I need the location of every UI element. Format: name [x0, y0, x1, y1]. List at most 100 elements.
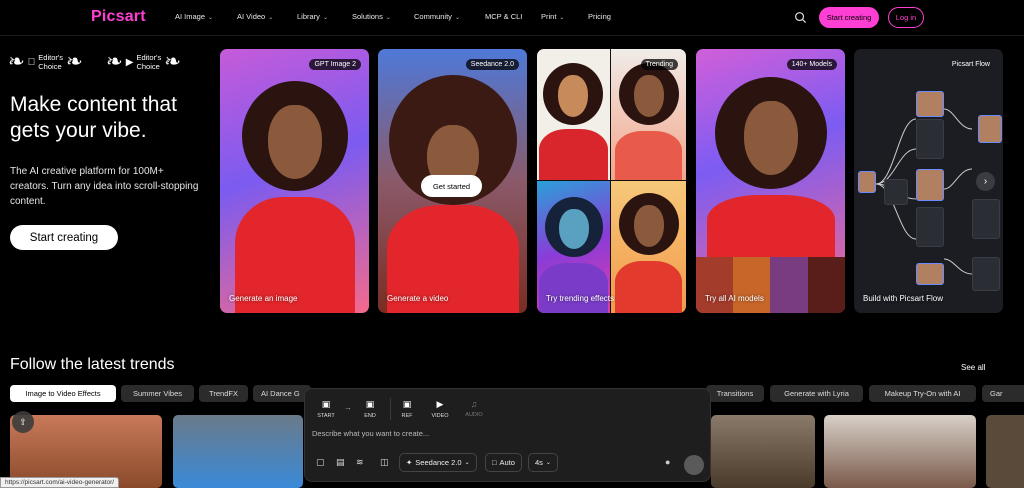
- start-frame-button[interactable]: ▣ START: [315, 399, 337, 419]
- top-nav: Picsart AI Image ⌄ AI Video ⌄ Library ⌄ Sol…: [0, 0, 1024, 36]
- arrow-right-icon: →: [344, 403, 352, 412]
- nav-label: Library: [297, 12, 320, 21]
- award-line1: Editor's: [136, 53, 162, 62]
- nav-ai-image[interactable]: AI Image ⌄: [175, 12, 213, 21]
- trend-thumb[interactable]: [711, 415, 815, 488]
- flow-node: [916, 119, 944, 159]
- tool-label: END: [364, 413, 376, 419]
- aspect-icon: □: [492, 458, 497, 467]
- carousel-next-button[interactable]: ›: [976, 172, 995, 191]
- trending-badge: Trending: [640, 59, 678, 70]
- model-label: Seedance 2.0: [415, 458, 462, 467]
- picsart-logo[interactable]: Picsart: [91, 8, 146, 26]
- start-creating-button[interactable]: Start creating: [819, 7, 879, 28]
- trend-thumb[interactable]: [824, 415, 976, 488]
- duration-label: 4s: [535, 458, 543, 467]
- chip-ai-dance[interactable]: AI Dance G: [253, 385, 311, 402]
- chip-transitions[interactable]: Transitions: [706, 385, 764, 402]
- book-icon[interactable]: ◫: [380, 457, 389, 468]
- card-generate-image[interactable]: GPT Image 2 Generate an image: [220, 49, 369, 313]
- model-selector[interactable]: ✦ Seedance 2.0 ⌄: [399, 453, 477, 472]
- nav-print[interactable]: Print ⌄: [541, 12, 564, 21]
- card-caption: Generate an image: [229, 294, 298, 303]
- card-trending-effects[interactable]: Trending Try trending effects: [537, 49, 686, 313]
- chevron-down-icon: ⌄: [322, 15, 328, 21]
- audio-button[interactable]: ♫ AUDIO: [463, 399, 485, 418]
- model-badge: Seedance 2.0: [465, 59, 519, 70]
- nav-label: AI Image: [175, 12, 206, 21]
- hero-subtitle: The AI creative platform for 100M+ creat…: [10, 166, 199, 207]
- portrait-image: [703, 77, 839, 257]
- editors-choice-apple: ❧  Editor'sChoice ❧: [8, 52, 83, 72]
- login-button[interactable]: Log in: [888, 7, 924, 28]
- flow-output-image: [978, 115, 1002, 143]
- nav-solutions[interactable]: Solutions ⌄: [352, 12, 391, 21]
- nav-ai-video[interactable]: AI Video ⌄: [237, 12, 273, 21]
- flow-output-image: [916, 91, 944, 117]
- card-caption: Try trending effects: [546, 294, 615, 303]
- duration-selector[interactable]: 4s ⌄: [528, 453, 558, 472]
- microphone-icon[interactable]: ●: [665, 457, 670, 467]
- portrait-image: [230, 81, 360, 313]
- nav-pricing[interactable]: Pricing: [588, 12, 611, 21]
- tool-label: VIDEO: [431, 413, 449, 419]
- chip-makeup-try-on[interactable]: Makeup Try-On with AI: [869, 385, 976, 402]
- chip-summer-vibes[interactable]: Summer Vibes: [121, 385, 194, 402]
- chevron-down-icon: ⌄: [454, 15, 460, 21]
- chip-partial[interactable]: Gar: [982, 385, 1024, 402]
- get-started-button[interactable]: Get started: [421, 175, 482, 197]
- chip-trendfx[interactable]: TrendFX: [199, 385, 248, 402]
- search-icon[interactable]: [794, 11, 807, 24]
- models-badge: 140+ Models: [786, 59, 837, 70]
- nav-community[interactable]: Community ⌄: [414, 12, 460, 21]
- share-button[interactable]: ⇧: [12, 411, 34, 433]
- nav-label: MCP & CLI: [485, 12, 523, 21]
- media-icon[interactable]: ▤: [336, 457, 345, 468]
- laurel-left-icon: ❧: [106, 51, 123, 73]
- image-plus-icon: ▣: [402, 399, 412, 409]
- image-icon[interactable]: ▢: [316, 457, 325, 468]
- effect-tile-cartoon: [537, 49, 610, 180]
- aspect-selector[interactable]: □ Auto: [485, 453, 522, 472]
- flow-output-image: [916, 263, 944, 285]
- reference-button[interactable]: ▣ REF: [396, 399, 418, 419]
- nav-library[interactable]: Library ⌄: [297, 12, 328, 21]
- model-badge: GPT Image 2: [309, 59, 361, 70]
- chevron-down-icon: ⌄: [559, 15, 565, 21]
- flow-input-image: [858, 171, 876, 193]
- effect-tile-warm: [611, 181, 686, 313]
- flow-node: [972, 199, 1000, 239]
- nav-label: AI Video: [237, 12, 266, 21]
- nav-mcp-cli[interactable]: MCP & CLI: [485, 12, 522, 21]
- see-all-link[interactable]: See all: [961, 363, 985, 372]
- card-all-ai-models[interactable]: 140+ Models Try all AI models: [696, 49, 845, 313]
- chip-image-to-video-effects[interactable]: Image to Video Effects: [10, 385, 116, 402]
- laurel-right-icon: ❧: [58, 51, 83, 73]
- card-caption: Generate a video: [387, 294, 449, 303]
- tool-label: START: [317, 413, 335, 419]
- flow-node: [916, 207, 944, 247]
- generate-button[interactable]: [684, 455, 704, 475]
- nav-label: Solutions: [352, 12, 383, 21]
- video-icon: ▶: [436, 399, 444, 409]
- hero-start-creating-button[interactable]: Start creating: [10, 225, 118, 250]
- sparkle-icon: ✦: [406, 458, 413, 467]
- prompt-input[interactable]: Describe what you want to create...: [312, 429, 429, 438]
- editors-choice-google-play: ❧ ▶ Editor's Choice ❧: [106, 52, 181, 72]
- chip-generate-with-lyria[interactable]: Generate with Lyria: [770, 385, 863, 402]
- flow-output-image: [916, 169, 944, 201]
- divider: [390, 398, 391, 420]
- end-frame-button[interactable]: ▣ END: [359, 399, 381, 419]
- trend-thumb[interactable]: [986, 415, 1024, 488]
- laurel-right-icon: ❧: [164, 51, 182, 73]
- chevron-down-icon: ⌄: [464, 460, 470, 466]
- flow-header: Picsart Flow: [951, 61, 990, 68]
- waveform-icon[interactable]: ≋: [356, 457, 364, 468]
- model-thumb: [808, 257, 845, 313]
- video-button[interactable]: ▶ VIDEO: [429, 399, 451, 419]
- card-generate-video[interactable]: Seedance 2.0 Get started Generate a vide…: [378, 49, 527, 313]
- trend-thumb[interactable]: [173, 415, 303, 488]
- model-thumb: [770, 257, 808, 313]
- award-line1: Editor's: [30, 53, 63, 62]
- flow-node: [972, 257, 1000, 291]
